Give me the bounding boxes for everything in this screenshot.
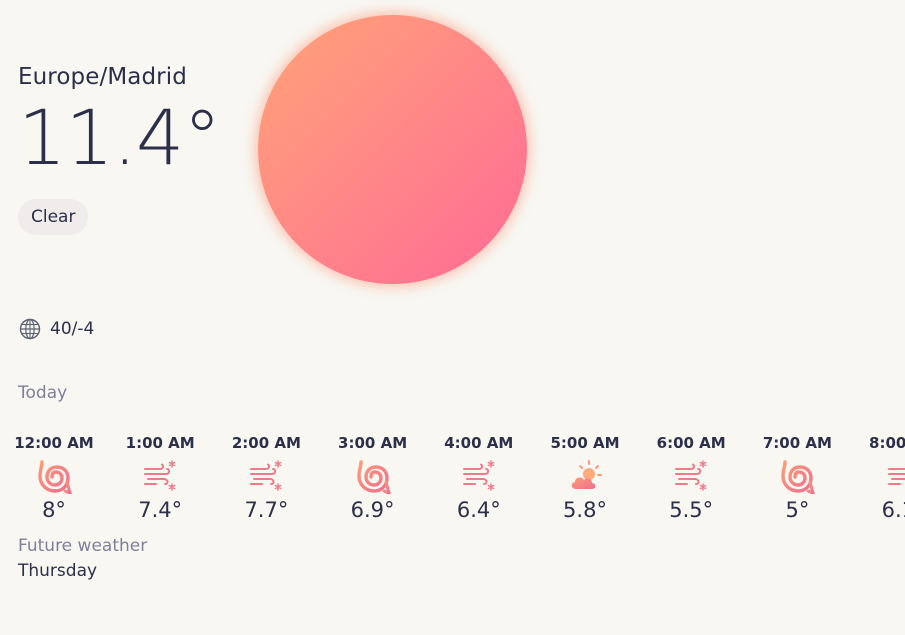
hour-time: 4:00 AM: [444, 434, 514, 452]
hour-time: 2:00 AM: [231, 434, 301, 452]
hour-time: 12:00 AM: [14, 434, 94, 452]
sun-behind-cloud-icon: [567, 458, 603, 494]
sun-graphic: [258, 15, 527, 284]
hourly-item[interactable]: 1:00 AM 7.4°: [107, 432, 213, 522]
current-temperature: 11.4°: [18, 93, 221, 182]
hour-time: 5:00 AM: [550, 434, 620, 452]
wind-snow-icon: [461, 458, 497, 494]
hour-temperature: 7.4°: [138, 498, 183, 522]
spiral-icon: [779, 458, 816, 494]
hourly-item[interactable]: 2:00 AM 7.7°: [213, 432, 319, 522]
hourly-item[interactable]: 7:00 AM 5°: [744, 432, 850, 522]
today-heading: Today: [18, 383, 68, 403]
hourly-item[interactable]: 8:00 AM 6.1°: [851, 432, 905, 522]
hourly-item[interactable]: 4:00 AM 6.4°: [426, 432, 532, 522]
hourly-item[interactable]: 5:00 AM 5.8°: [532, 432, 638, 522]
hour-temperature: 7.7°: [244, 498, 289, 522]
future-weather-heading: Future weather: [18, 536, 148, 556]
wind-snow-icon: [248, 458, 284, 494]
weather-page: Europe/Madrid 11.4° Clear 40/-4 Today 12…: [0, 0, 905, 635]
hour-temperature: 5°: [785, 498, 810, 522]
hour-time: 6:00 AM: [656, 434, 726, 452]
hour-temperature: 6.9°: [350, 498, 395, 522]
hour-time: 8:00 AM: [869, 434, 905, 452]
condition-badge: Clear: [18, 199, 89, 235]
location-name: Europe/Madrid: [18, 64, 187, 90]
wind-snow-icon: [142, 458, 178, 494]
range-value: 40/-4: [50, 319, 95, 339]
hourly-item[interactable]: 12:00 AM 8°: [1, 432, 107, 522]
wind-snow-icon: [673, 458, 709, 494]
hour-temperature: 5.5°: [669, 498, 714, 522]
hour-temperature: 6.4°: [456, 498, 501, 522]
globe-icon: [19, 318, 41, 340]
hour-temperature: 6.1°: [881, 498, 905, 522]
hourly-forecast[interactable]: 12:00 AM 8° 1:00 AM 7.4° 2:00 AM 7.7° 3:00 AM 6…: [0, 432, 905, 532]
hour-time: 3:00 AM: [338, 434, 408, 452]
spiral-icon: [36, 458, 72, 494]
hourly-item[interactable]: 3:00 AM 6.9°: [320, 432, 426, 522]
future-day[interactable]: Thursday: [18, 561, 97, 581]
temperature-range: 40/-4: [19, 318, 94, 340]
hour-time: 1:00 AM: [125, 434, 195, 452]
spiral-icon: [355, 458, 391, 494]
hour-temperature: 8°: [42, 498, 66, 522]
hourly-item[interactable]: 6:00 AM 5.5°: [638, 432, 744, 522]
wind-snow-icon: [886, 458, 905, 494]
hour-time: 7:00 AM: [762, 434, 832, 452]
hour-temperature: 5.8°: [563, 498, 607, 522]
